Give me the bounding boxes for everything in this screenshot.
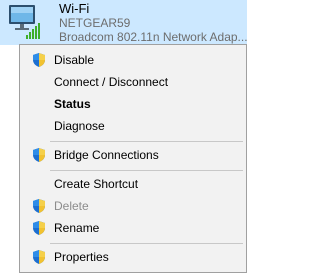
- shield-icon: [33, 250, 45, 264]
- adapter-name: Wi-Fi: [59, 1, 90, 16]
- menu-item-label: Properties: [54, 250, 109, 264]
- menu-item-label: Connect / Disconnect: [54, 75, 169, 89]
- context-menu: Disable Connect / Disconnect Status Diag…: [19, 44, 247, 273]
- menu-item-label: Create Shortcut: [54, 177, 139, 191]
- wifi-adapter-item[interactable]: Wi-Fi NETGEAR59 Broadcom 802.11n Network…: [0, 0, 248, 45]
- menu-separator: [50, 170, 243, 171]
- adapter-device: Broadcom 802.11n Network Adap...: [59, 30, 248, 44]
- menu-item-label: Disable: [54, 53, 95, 67]
- shield-icon: [33, 148, 45, 162]
- menu-separator: [50, 243, 243, 244]
- menu-item-connect-disconnect[interactable]: Connect / Disconnect: [20, 71, 246, 93]
- wireless-adapter-icon: [9, 5, 40, 39]
- menu-separator: [50, 141, 243, 142]
- menu-item-properties[interactable]: Properties: [20, 246, 246, 268]
- menu-item-status[interactable]: Status: [20, 93, 246, 115]
- menu-item-delete: Delete: [20, 195, 246, 217]
- menu-item-label: Delete: [54, 199, 89, 213]
- menu-item-diagnose[interactable]: Diagnose: [20, 115, 246, 137]
- shield-icon: [33, 53, 45, 67]
- adapter-ssid: NETGEAR59: [59, 16, 131, 30]
- menu-item-rename[interactable]: Rename: [20, 217, 246, 239]
- menu-item-label: Diagnose: [54, 119, 105, 133]
- menu-item-label: Bridge Connections: [54, 148, 159, 162]
- shield-icon: [33, 199, 45, 213]
- menu-item-bridge-connections[interactable]: Bridge Connections: [20, 144, 246, 166]
- menu-item-label: Rename: [54, 221, 100, 235]
- menu-item-label: Status: [54, 97, 91, 111]
- menu-item-create-shortcut[interactable]: Create Shortcut: [20, 173, 246, 195]
- shield-icon: [33, 221, 45, 235]
- menu-item-disable[interactable]: Disable: [20, 49, 246, 71]
